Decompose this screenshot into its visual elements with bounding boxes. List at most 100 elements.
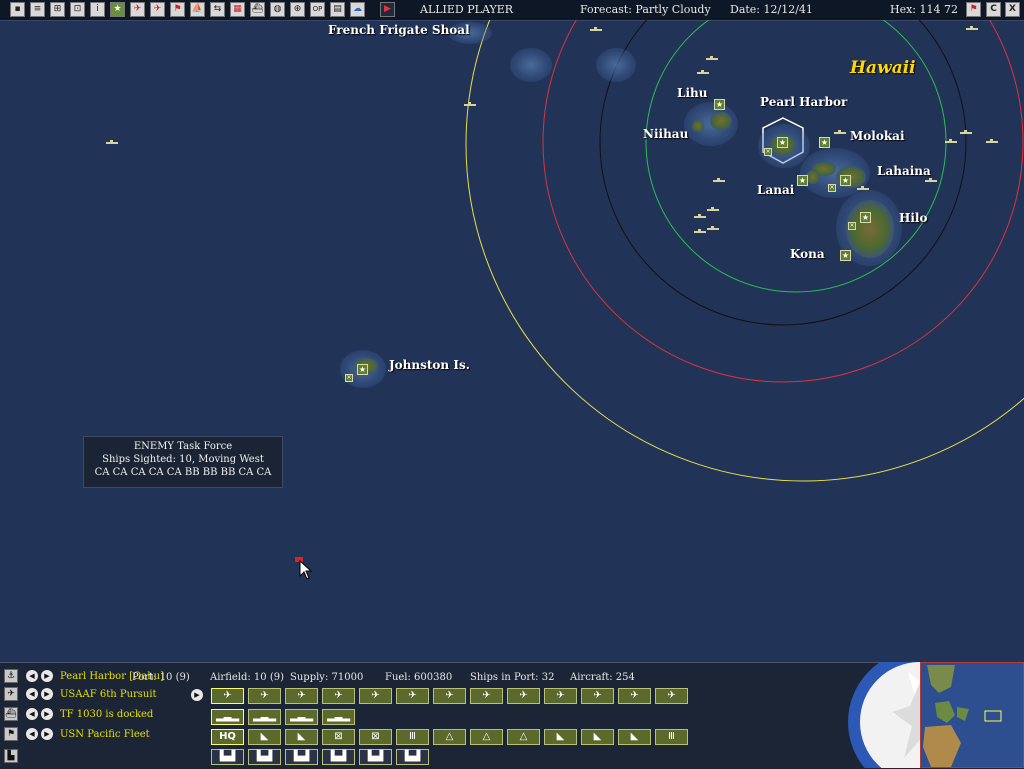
close-button[interactable]: X	[1005, 2, 1020, 17]
ground-unit-slot[interactable]: ◣	[544, 729, 577, 745]
ground-unit-slot[interactable]: △	[507, 729, 540, 745]
air-group-slot[interactable]: ✈	[618, 688, 651, 704]
op-button[interactable]: OP	[310, 2, 325, 17]
ground-unit-slot[interactable]: ◣	[618, 729, 651, 745]
task-force-ship-icon[interactable]	[694, 214, 706, 218]
air-button[interactable]: ✈	[130, 2, 145, 17]
info-button[interactable]: i	[90, 2, 105, 17]
air-group-slot[interactable]: ✈	[211, 688, 244, 704]
air-group-slot[interactable]: ✈	[285, 688, 318, 704]
hq-slot[interactable]: HQ	[211, 729, 244, 745]
next-base-button[interactable]: ▶	[41, 670, 53, 682]
grid-button[interactable]: ▦	[230, 2, 245, 17]
ship-slot[interactable]: ▂▃▂	[322, 709, 355, 725]
task-force-ship-icon[interactable]	[834, 130, 846, 134]
mini-map[interactable]	[920, 662, 1024, 768]
base-anchor-icon[interactable]: ⚓	[4, 669, 18, 683]
air-group-slot[interactable]: ✈	[359, 688, 392, 704]
task-force-ship-icon[interactable]	[925, 178, 937, 182]
route-button[interactable]: ⇆	[210, 2, 225, 17]
pearl-harbor-base-star-icon[interactable]: ★	[777, 137, 788, 148]
task-force-ship-icon[interactable]	[694, 229, 706, 233]
ground-unit-slot[interactable]: ◣	[285, 729, 318, 745]
fleet-button[interactable]: ⛴	[250, 2, 265, 17]
cloud-button[interactable]: ☁	[350, 2, 365, 17]
c-button[interactable]: C	[986, 2, 1001, 17]
task-force-ship-icon[interactable]	[106, 140, 118, 144]
air-unit-name[interactable]: USAAF 6th Pursuit	[60, 689, 157, 700]
next-tf-button[interactable]: ▶	[41, 708, 53, 720]
lanai-base-star-icon[interactable]: ★	[797, 175, 808, 186]
ship-icon[interactable]: ⛴	[4, 707, 18, 721]
list-button[interactable]: ▤	[330, 2, 345, 17]
pearl-harbor-label[interactable]: Pearl Harbor	[760, 95, 847, 109]
lahaina-base-star-icon[interactable]: ★	[840, 175, 851, 186]
task-force-ship-icon[interactable]	[960, 130, 972, 134]
lihu-base-star-icon[interactable]: ★	[714, 99, 725, 110]
task-force-ship-icon[interactable]	[590, 27, 602, 31]
prev-tf-button[interactable]: ◀	[26, 708, 38, 720]
air-group-slot[interactable]: ✈	[322, 688, 355, 704]
hq-name[interactable]: USN Pacific Fleet	[60, 729, 150, 740]
task-force-ship-icon[interactable]	[986, 139, 998, 143]
air-group-slot[interactable]: ✈	[248, 688, 281, 704]
facility-slot[interactable]: ▙▟	[359, 749, 392, 765]
oahu-unit-icon[interactable]: ×	[764, 148, 772, 156]
flag-icon[interactable]: ⚑	[4, 727, 18, 741]
prev-air-button[interactable]: ◀	[26, 688, 38, 700]
ship-slot[interactable]: ▂▃▂	[211, 709, 244, 725]
ground-unit-slot[interactable]: Ⅲ	[396, 729, 429, 745]
air-group-slot[interactable]: ✈	[396, 688, 429, 704]
johnston-base-star-icon[interactable]: ★	[357, 364, 368, 375]
task-force-ship-icon[interactable]	[707, 207, 719, 211]
hilo-base-star-icon[interactable]: ★	[860, 212, 871, 223]
star-button[interactable]: ★	[110, 2, 125, 17]
molokai-base-star-icon[interactable]: ★	[819, 137, 830, 148]
maui-unit-icon[interactable]: ×	[828, 184, 836, 192]
air-unit-detail-button[interactable]: ▶	[191, 689, 203, 701]
plane-icon[interactable]: ✈	[4, 687, 18, 701]
end-turn-button[interactable]: ▶	[380, 2, 395, 17]
task-force-ship-icon[interactable]	[945, 139, 957, 143]
task-force-ship-icon[interactable]	[713, 178, 725, 182]
ground-unit-slot[interactable]: ◣	[248, 729, 281, 745]
hilo-unit-icon[interactable]: ×	[848, 222, 856, 230]
facility-slot[interactable]: ▙▟	[322, 749, 355, 765]
menu-button-1[interactable]: ▪	[10, 2, 25, 17]
ground-unit-slot[interactable]: ◣	[581, 729, 614, 745]
air-group-slot[interactable]: ✈	[433, 688, 466, 704]
task-force-ship-icon[interactable]	[706, 56, 718, 60]
air-group-slot[interactable]: ✈	[581, 688, 614, 704]
air-button-2[interactable]: ✈	[150, 2, 165, 17]
prev-base-button[interactable]: ◀	[26, 670, 38, 682]
facility-slot[interactable]: ▙▟	[396, 749, 429, 765]
kona-base-star-icon[interactable]: ★	[840, 250, 851, 261]
factory-icon[interactable]: ▙	[4, 749, 18, 763]
flag-toggle-button[interactable]: ⚑	[966, 2, 981, 17]
map-button[interactable]: ⊕	[290, 2, 305, 17]
facility-slot[interactable]: ▙▟	[211, 749, 244, 765]
ground-unit-slot[interactable]: △	[433, 729, 466, 745]
prev-hq-button[interactable]: ◀	[26, 728, 38, 740]
menu-button-2[interactable]: ≡	[30, 2, 45, 17]
flag-button[interactable]: ⚑	[170, 2, 185, 17]
johnston-unit-icon[interactable]: ×	[345, 374, 353, 382]
facility-slot[interactable]: ▙▟	[248, 749, 281, 765]
ship-slot[interactable]: ▂▃▂	[248, 709, 281, 725]
task-force-status[interactable]: TF 1030 is docked	[60, 709, 153, 720]
menu-button-4[interactable]: ⊡	[70, 2, 85, 17]
air-group-slot[interactable]: ✈	[544, 688, 577, 704]
air-group-slot[interactable]: ✈	[507, 688, 540, 704]
air-group-slot[interactable]: ✈	[470, 688, 503, 704]
task-force-ship-icon[interactable]	[697, 70, 709, 74]
ship-slot[interactable]: ▂▃▂	[285, 709, 318, 725]
next-hq-button[interactable]: ▶	[41, 728, 53, 740]
task-force-ship-icon[interactable]	[464, 102, 476, 106]
task-force-ship-icon[interactable]	[857, 186, 869, 190]
ship-button[interactable]: ⛵	[190, 2, 205, 17]
air-group-slot[interactable]: ✈	[655, 688, 688, 704]
globe-button[interactable]: ◍	[270, 2, 285, 17]
task-force-ship-icon[interactable]	[966, 26, 978, 30]
menu-button-3[interactable]: ⊞	[50, 2, 65, 17]
task-force-ship-icon[interactable]	[707, 226, 719, 230]
